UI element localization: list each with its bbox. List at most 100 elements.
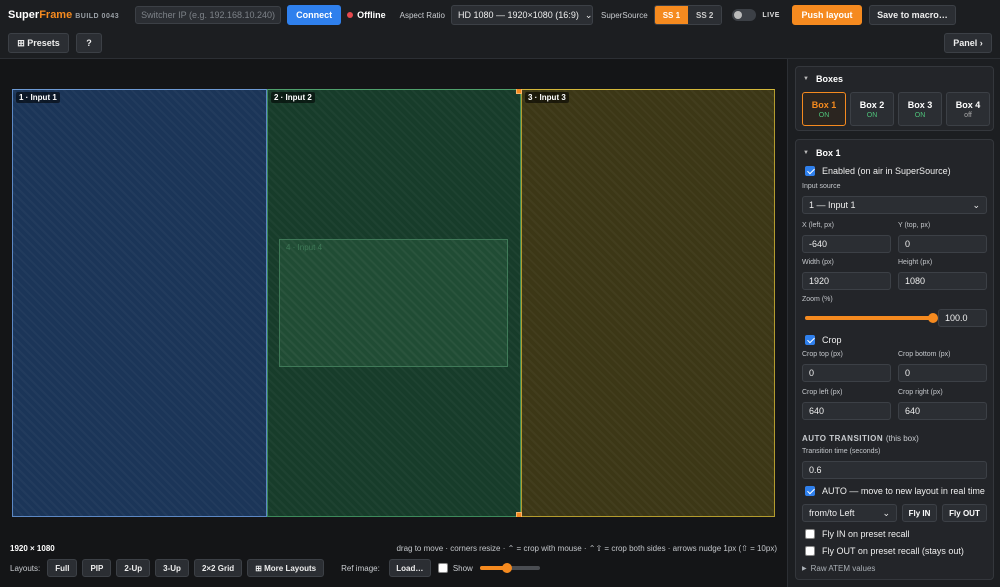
transition-time-input[interactable]: 0.6 <box>802 461 987 479</box>
box-settings-card: ▼ Box 1 Enabled (on air in SuperSource) I… <box>795 139 994 580</box>
app-logo: SuperFrame BUILD 0043 <box>8 9 120 21</box>
layout-2up-button[interactable]: 2-Up <box>116 559 151 577</box>
zoom-label: Zoom (%) <box>802 296 833 303</box>
layout-pip-button[interactable]: PIP <box>82 559 112 577</box>
switcher-ip-input[interactable] <box>135 6 282 24</box>
ref-opacity-slider[interactable] <box>479 563 540 573</box>
status-dot-icon <box>347 12 354 18</box>
auto-move-row: AUTO — move to new layout in real time <box>805 486 985 496</box>
layout-3up-button[interactable]: 3-Up <box>155 559 189 577</box>
fly-out-recall-row: Fly OUT on preset recall (stays out) <box>805 546 964 556</box>
zoom-slider[interactable] <box>805 313 938 323</box>
layout-grid-button[interactable]: 2×2 Grid <box>193 559 243 577</box>
boxes-header[interactable]: ▼ Boxes <box>803 74 843 84</box>
ref-image-label: Ref image: <box>341 563 380 573</box>
width-input[interactable]: 1920 <box>802 272 891 290</box>
chevron-down-icon: ⌄ <box>584 9 593 20</box>
editor-area: 1 · Input 1 2 · Input 2 3 · Input 3 4 · … <box>0 59 787 587</box>
canvas-hint: drag to move · corners resize · ⌃ = crop… <box>396 544 777 553</box>
layout-box-1[interactable]: 1 · Input 1 <box>12 89 267 517</box>
enabled-row: Enabled (on air in SuperSource) <box>805 166 951 176</box>
box-3-button[interactable]: Box 3 ON <box>898 92 942 126</box>
presets-button[interactable]: ⊞ Presets <box>8 33 69 53</box>
save-to-macro-button[interactable]: Save to macro… <box>868 5 956 25</box>
help-button[interactable]: ? <box>76 33 102 53</box>
crop-checkbox[interactable] <box>805 335 815 345</box>
raw-values-toggle[interactable]: ▶ Raw ATEM values <box>802 564 875 573</box>
box-label: 1 · Input 1 <box>16 92 60 103</box>
aspect-ratio-select[interactable]: HD 1080 — 1920×1080 (16:9) ⌄ <box>450 5 593 25</box>
layout-full-button[interactable]: Full <box>47 559 78 577</box>
boxes-card: ▼ Boxes Box 1 ON Box 2 ON Box 3 ON Box 4 off <box>795 66 994 131</box>
layout-box-4[interactable]: 4 · Input 4 <box>279 239 508 367</box>
load-ref-image-button[interactable]: Load… <box>388 559 431 577</box>
box-2-button[interactable]: Box 2 ON <box>850 92 894 126</box>
crop-top-label: Crop top (px) <box>802 351 843 358</box>
zoom-input[interactable]: 100.0 <box>938 309 987 327</box>
panel-button[interactable]: Panel › <box>944 33 992 53</box>
fly-in-button[interactable]: Fly IN <box>902 504 937 522</box>
height-input[interactable]: 1080 <box>898 272 987 290</box>
chevron-down-icon: ⌄ <box>972 199 980 210</box>
resize-handle-top[interactable] <box>516 89 522 94</box>
aspect-ratio-label: Aspect Ratio <box>399 10 445 20</box>
fly-out-recall-checkbox[interactable] <box>805 546 815 556</box>
y-input[interactable]: 0 <box>898 235 987 253</box>
supersource-selector: SS 1 SS 2 <box>653 5 723 25</box>
fly-in-recall-row: Fly IN on preset recall <box>805 529 910 539</box>
layout-box-3[interactable]: 3 · Input 3 <box>521 89 775 517</box>
direction-select[interactable]: from/to Left ⌄ <box>802 504 897 522</box>
box-1-button[interactable]: Box 1 ON <box>802 92 846 126</box>
auto-move-checkbox[interactable] <box>805 486 815 496</box>
crop-right-input[interactable]: 640 <box>898 402 987 420</box>
input-source-select[interactable]: 1 — Input 1 ⌄ <box>802 196 987 214</box>
show-ref-checkbox[interactable] <box>437 563 448 573</box>
y-label: Y (top, px) <box>898 222 931 229</box>
fly-in-recall-checkbox[interactable] <box>805 529 815 539</box>
live-label: LIVE <box>762 11 780 19</box>
x-label: X (left, px) <box>802 222 834 229</box>
x-input[interactable]: -640 <box>802 235 891 253</box>
height-label: Height (px) <box>898 259 933 266</box>
crop-bottom-label: Crop bottom (px) <box>898 351 951 358</box>
live-toggle[interactable] <box>732 9 757 21</box>
box-settings-header[interactable]: ▼ Box 1 <box>803 148 840 158</box>
crop-bottom-input[interactable]: 0 <box>898 364 987 382</box>
canvas-footer: 1920 × 1080 drag to move · corners resiz… <box>10 544 777 553</box>
canvas-dimensions: 1920 × 1080 <box>10 544 55 553</box>
layouts-bar: Layouts: Full PIP 2-Up 3-Up 2×2 Grid ⊞ M… <box>10 558 540 578</box>
secondary-toolbar: ⊞ Presets ? Panel › <box>0 33 1000 53</box>
chevron-right-icon: ▶ <box>802 566 807 572</box>
top-bar: SuperFrameBUILD 0043 Connect Offline Asp… <box>0 0 1000 30</box>
width-label: Width (px) <box>802 259 834 266</box>
right-panel: ▼ Boxes Box 1 ON Box 2 ON Box 3 ON Box 4 off … <box>787 59 1000 587</box>
collapse-triangle-icon: ▼ <box>803 76 809 82</box>
crop-left-input[interactable]: 640 <box>802 402 891 420</box>
crop-left-label: Crop left (px) <box>802 389 843 396</box>
layout-canvas[interactable]: 1 · Input 1 2 · Input 2 3 · Input 3 4 · … <box>12 89 775 517</box>
input-source-label: Input source <box>802 183 841 190</box>
push-layout-button[interactable]: Push layout <box>791 5 862 25</box>
more-layouts-button[interactable]: ⊞ More Layouts <box>247 559 325 577</box>
resize-handle-bottom[interactable] <box>516 512 522 517</box>
crop-row: Crop <box>805 335 842 345</box>
connection-status: Offline <box>347 10 386 20</box>
box-label: 2 · Input 2 <box>271 92 315 103</box>
ss2-button[interactable]: SS 2 <box>688 6 722 24</box>
chevron-down-icon: ⌄ <box>882 507 890 518</box>
ss1-button[interactable]: SS 1 <box>654 6 689 24</box>
enabled-checkbox[interactable] <box>805 166 815 176</box>
layouts-label: Layouts: <box>10 563 41 573</box>
build-label: BUILD 0043 <box>75 13 120 20</box>
connect-button[interactable]: Connect <box>287 5 342 25</box>
crop-right-label: Crop right (px) <box>898 389 943 396</box>
transition-time-label: Transition time (seconds) <box>802 448 881 455</box>
crop-top-input[interactable]: 0 <box>802 364 891 382</box>
auto-transition-heading: AUTO TRANSITION (this box) <box>802 434 919 443</box>
box-label: 3 · Input 3 <box>525 92 569 103</box>
box-4-button[interactable]: Box 4 off <box>946 92 990 126</box>
box-selector: Box 1 ON Box 2 ON Box 3 ON Box 4 off <box>802 92 990 126</box>
fly-out-button[interactable]: Fly OUT <box>942 504 987 522</box>
supersource-label: SuperSource <box>600 10 648 20</box>
collapse-triangle-icon: ▼ <box>803 150 809 156</box>
